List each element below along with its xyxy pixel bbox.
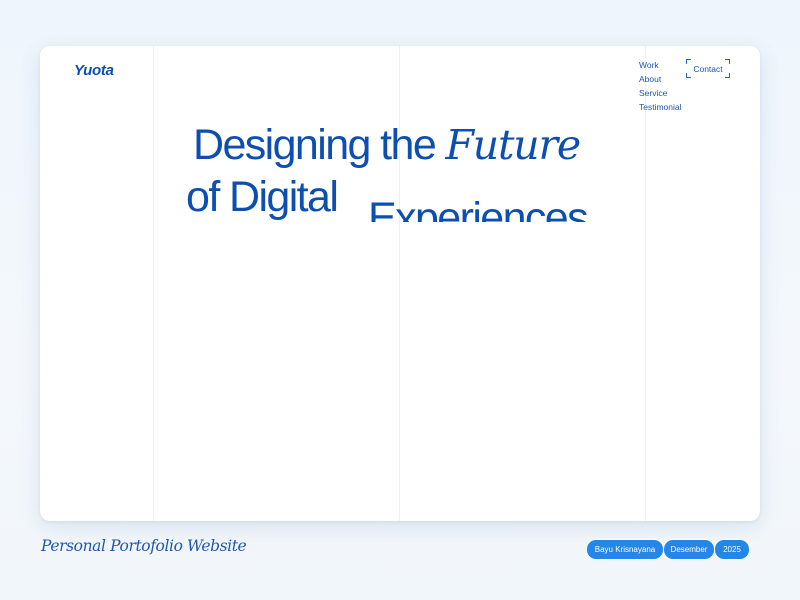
presentation-frame: Yuota Work About Service Testimonial Con… (0, 0, 800, 600)
hero-headline-line-3: Experiences (368, 194, 589, 223)
bracket-corner-icon (686, 73, 691, 78)
hero-headline-italic: Future (445, 121, 582, 169)
month-badge: Desember (663, 539, 715, 560)
bracket-corner-icon (686, 59, 691, 64)
hero-headline-line-1: Designing the Future (193, 121, 582, 169)
meta-pills: Bayu Krisnayana Desember 2025 (586, 539, 750, 560)
main-nav: Work About Service Testimonial (639, 60, 682, 113)
nav-item-testimonial[interactable]: Testimonial (639, 102, 682, 113)
website-mockup-card: Yuota Work About Service Testimonial Con… (40, 46, 760, 521)
nav-item-about[interactable]: About (639, 74, 682, 85)
grid-line (153, 46, 154, 521)
hero-headline-plain: Designing the (193, 121, 437, 169)
site-logo[interactable]: Yuota (74, 62, 114, 79)
grid-line (399, 46, 400, 521)
author-badge: Bayu Krisnayana (586, 539, 664, 560)
grid-line (645, 46, 646, 521)
nav-item-service[interactable]: Service (639, 88, 682, 99)
contact-button[interactable]: Contact (686, 59, 730, 78)
bracket-corner-icon (725, 59, 730, 64)
year-badge: 2025 (714, 539, 750, 560)
nav-item-work[interactable]: Work (639, 60, 682, 71)
bracket-corner-icon (725, 73, 730, 78)
contact-button-label: Contact (693, 63, 723, 74)
hero-headline-line-3-mask: Experiences (362, 186, 622, 223)
hero-headline-line-2: of Digital (186, 173, 339, 221)
presentation-caption: Personal Portofolio Website (41, 537, 247, 555)
